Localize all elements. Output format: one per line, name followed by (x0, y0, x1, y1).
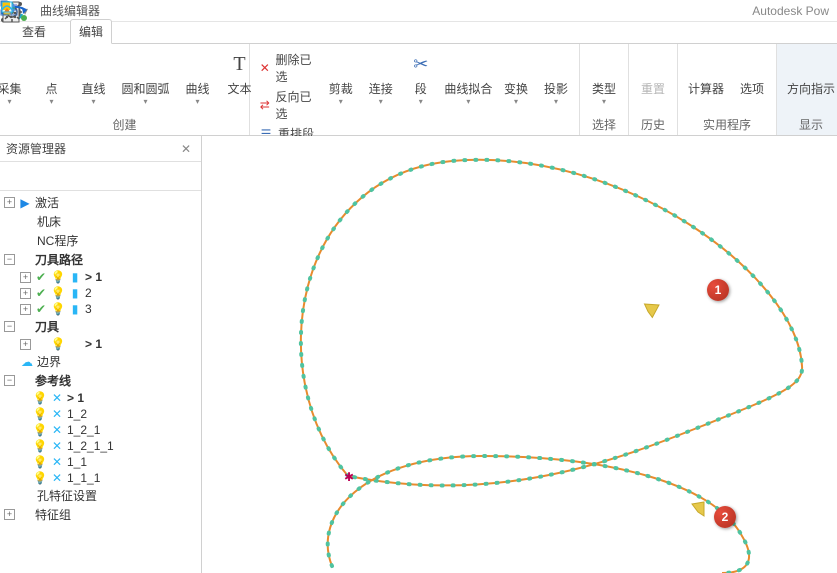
scissors-icon: ✂ (407, 50, 435, 78)
move-icon (502, 50, 530, 78)
panel-title: 资源管理器 (6, 140, 66, 157)
undo-icon (639, 50, 667, 78)
globe-icon-button[interactable] (34, 166, 56, 186)
calculator-button[interactable]: 计算器 (684, 48, 728, 99)
callout-1: 1 (707, 279, 729, 301)
point-button[interactable]: 点▾ (34, 48, 70, 107)
reset-button: 重置 (635, 48, 671, 99)
resource-tree[interactable]: +▶激活 机床 NC程序 −刀具路径 +✔💡▮> 1 +✔💡▮2 +✔💡▮3 −… (0, 191, 201, 573)
line-icon (80, 50, 108, 78)
arrow-icon (327, 50, 355, 78)
callout-2: 2 (714, 506, 736, 528)
pencil-icon (367, 50, 395, 78)
collapse-icon[interactable]: − (4, 254, 15, 265)
feature-icon (18, 508, 32, 522)
group-select-label: 选择 (592, 116, 616, 133)
direction-icon (797, 50, 825, 78)
point-icon (38, 50, 66, 78)
gear-icon (738, 50, 766, 78)
play-icon: ▶ (18, 196, 32, 210)
curve-button[interactable]: 曲线▾ (180, 48, 216, 107)
group-util-label: 实用程序 (703, 116, 751, 133)
curve-fit-icon (454, 50, 482, 78)
tab-edit[interactable]: 编辑 (70, 19, 112, 44)
group-display-label: 显示 (799, 116, 823, 133)
trim-button[interactable]: 剪裁▾ (324, 48, 358, 107)
x-icon: ✕ (258, 60, 271, 76)
rect-icon (184, 50, 212, 78)
close-icon[interactable]: ✕ (177, 142, 195, 156)
tree-icon-button[interactable] (6, 166, 28, 186)
segment-button[interactable]: ✂段▾ (404, 48, 438, 107)
project-button[interactable]: 投影▾ (539, 48, 573, 107)
fit-button[interactable]: 曲线拟合▾ (444, 48, 493, 107)
nc-icon (20, 234, 34, 248)
viewport[interactable]: ✱ 1 2 (202, 136, 837, 573)
window-title: 曲线编辑器 (40, 2, 100, 19)
project-icon (542, 50, 570, 78)
brand-label: Autodesk Pow (752, 4, 829, 18)
expand-icon[interactable]: + (4, 197, 15, 208)
arc-button[interactable]: 圆和圆弧▾ (118, 48, 174, 107)
cloud-icon: ☁ (20, 355, 34, 369)
group-history-label: 历史 (641, 116, 665, 133)
check-icon: ✔ (34, 270, 48, 284)
svg-text:✱: ✱ (344, 470, 354, 484)
bulb-icon: 💡 (51, 270, 65, 284)
group-create-label: 创建 (112, 116, 136, 133)
reverse-selected-button[interactable]: ⇄反向已选 (256, 87, 318, 123)
direction-button[interactable]: 方向指示 (783, 48, 837, 99)
trash-icon-button[interactable] (62, 166, 84, 186)
collect-button[interactable]: 采集▾ (0, 48, 28, 107)
drill-icon (20, 489, 34, 503)
cursor-icon (590, 50, 618, 78)
circle-icon (132, 50, 160, 78)
refline-icon (18, 374, 32, 388)
reverse-icon: ⇄ (258, 97, 271, 113)
join-button[interactable]: 连接▾ (364, 48, 398, 107)
calculator-icon (692, 50, 720, 78)
machine-icon (20, 215, 34, 229)
x-pattern-icon: ✕ (50, 391, 64, 405)
type-button[interactable]: 类型▾ (586, 48, 622, 107)
stack-icon: ▮ (68, 270, 82, 284)
toolpath-icon (18, 253, 32, 267)
wave-icon (0, 50, 24, 78)
transform-button[interactable]: 变换▾ (499, 48, 533, 107)
options-button[interactable]: 选项 (734, 48, 770, 99)
tool-icon (18, 320, 32, 334)
line-button[interactable]: 直线▾ (76, 48, 112, 107)
delete-selected-button[interactable]: ✕删除已选 (256, 50, 318, 86)
